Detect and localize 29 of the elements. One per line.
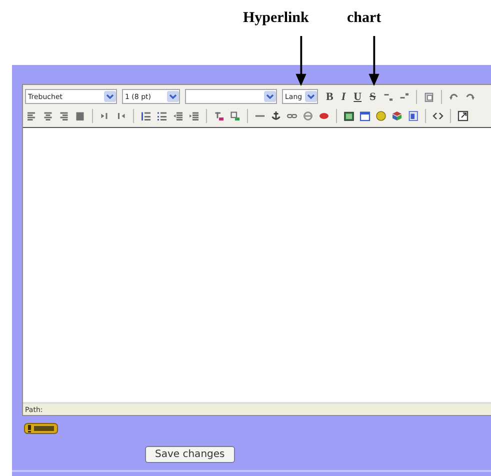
ordered-list-icon[interactable] <box>140 110 152 122</box>
format-button[interactable]: B <box>323 90 336 102</box>
dropdown-arrow-icon <box>264 91 276 102</box>
image-icon[interactable] <box>343 110 355 122</box>
bullet-list-icon[interactable] <box>156 110 168 122</box>
format-button[interactable]: I <box>338 90 349 102</box>
save-button[interactable]: Save changes <box>145 446 235 463</box>
dropdown-arrow-icon <box>104 91 116 102</box>
code-view-icon[interactable] <box>432 110 444 122</box>
table-icon[interactable] <box>359 110 371 122</box>
arrow-icon <box>294 36 308 86</box>
outdent-icon[interactable] <box>172 110 184 122</box>
dropdown-arrow-icon <box>305 91 317 102</box>
highlight-color-icon[interactable] <box>229 110 241 122</box>
text-color-icon[interactable] <box>213 110 225 122</box>
dropdown-arrow-icon <box>167 91 179 102</box>
annotation-label: chart <box>347 10 382 27</box>
arrow-icon <box>367 36 381 86</box>
anchor-icon[interactable] <box>270 110 282 122</box>
dropdown[interactable] <box>185 89 277 104</box>
indent-icon[interactable] <box>188 110 200 122</box>
format-button[interactable]: S <box>366 90 379 102</box>
fullscreen-icon[interactable] <box>457 110 469 122</box>
align-right-icon[interactable] <box>58 110 70 122</box>
align-left-icon[interactable] <box>26 110 38 122</box>
format-button[interactable]: U <box>350 90 365 102</box>
smiley-icon[interactable] <box>375 110 387 122</box>
annotation-label: Hyperlink <box>243 10 309 27</box>
align-center-icon[interactable] <box>42 110 54 122</box>
